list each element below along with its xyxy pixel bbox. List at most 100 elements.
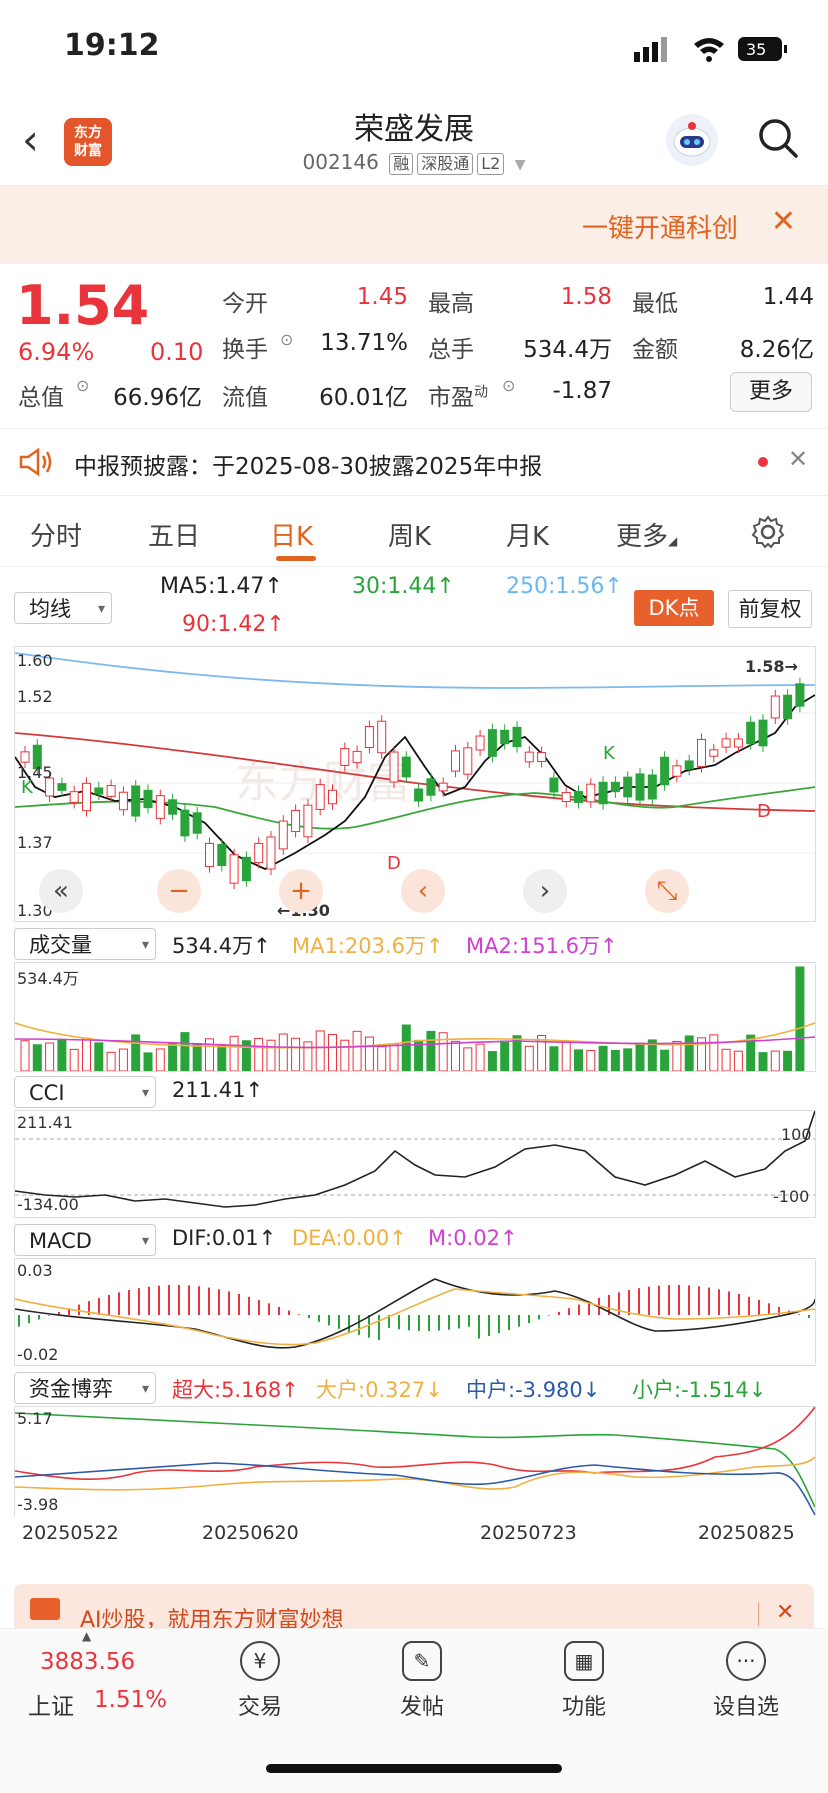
k-marker: K <box>603 743 615 764</box>
volume-bar <box>303 1041 313 1072</box>
kline-chart[interactable]: 东方财富 1.60 1.52 1.45 1.37 1.30 1.58→ ←1.3… <box>14 646 816 922</box>
nav-post[interactable]: ✎ 发帖 <box>362 1641 482 1721</box>
cci-value: 211.41↑ <box>172 1078 264 1102</box>
volume-bar <box>352 1030 362 1072</box>
candle <box>254 842 264 864</box>
info-icon[interactable]: ⊙ <box>76 376 89 395</box>
capital-top-label: 5.17 <box>17 1409 53 1428</box>
settings-gear-icon[interactable] <box>750 514 786 550</box>
index-percent[interactable]: 1.51% <box>94 1687 167 1713</box>
volume-bar <box>586 1049 596 1072</box>
tab-intraday[interactable]: 分时 <box>30 516 82 553</box>
indicator-selector-volume[interactable]: 成交量 <box>14 928 156 961</box>
tab-five-day[interactable]: 五日 <box>148 516 200 553</box>
candle <box>451 750 460 772</box>
notice-text[interactable]: 中报预披露：于2025-08-30披露2025年中报 <box>74 447 542 481</box>
scroll-left-icon[interactable]: ‹ <box>401 869 445 913</box>
indicator-selector-macd[interactable]: MACD <box>14 1224 156 1257</box>
volume-bar <box>660 1049 670 1072</box>
volume-bar <box>364 1036 374 1072</box>
close-icon[interactable]: ✕ <box>776 1600 794 1625</box>
promo-text[interactable]: 一键开通科创 <box>582 208 738 245</box>
tab-daily-k[interactable]: 日K <box>270 516 313 553</box>
tab-monthly-k[interactable]: 月K <box>506 516 549 553</box>
nav-functions[interactable]: ▦ 功能 <box>524 1641 644 1721</box>
volume-bar <box>561 1041 571 1072</box>
volume-bar <box>57 1038 67 1072</box>
nav-add-watchlist[interactable]: ··· 设自选 <box>686 1641 806 1721</box>
tab-weekly-k[interactable]: 周K <box>388 516 431 553</box>
zoom-out-icon[interactable]: − <box>157 869 201 913</box>
chevron-down-icon[interactable]: ▼ <box>515 157 526 173</box>
ma250-value: 250:1.56↑ <box>506 574 623 599</box>
notice-bar[interactable]: 中报预披露：于2025-08-30披露2025年中报 ✕ <box>0 428 828 496</box>
candle <box>475 735 485 751</box>
volume-bar <box>217 1045 227 1072</box>
volume-bar <box>574 1049 583 1072</box>
nav-trade[interactable]: ¥ 交易 <box>200 1641 320 1721</box>
macd-dif-text: DIF:0.01 <box>172 1226 259 1250</box>
adjust-mode-button[interactable]: 前复权 <box>728 590 812 628</box>
candle <box>217 843 227 867</box>
scroll-right-icon[interactable]: › <box>523 869 567 913</box>
indicator-selector-capital[interactable]: 资金博弈 <box>14 1372 156 1405</box>
volume-bar <box>549 1046 559 1072</box>
volume-bar <box>82 1037 91 1072</box>
candle <box>94 787 104 795</box>
candle <box>635 773 645 801</box>
ma250-line <box>14 652 816 689</box>
change-value: 0.10 <box>150 338 204 366</box>
candle <box>377 720 387 754</box>
robot-assistant-icon[interactable] <box>666 114 718 166</box>
volume-bar <box>229 1035 239 1072</box>
indicator-selector-cci[interactable]: CCI <box>14 1076 156 1109</box>
expand-icon[interactable]: ⤡ <box>645 869 689 913</box>
capital-chart: 5.17 -3.98 <box>14 1406 816 1516</box>
ma250-text: 250:1.56 <box>506 574 605 599</box>
volume-max-label: 534.4万 <box>17 969 79 988</box>
candle <box>746 721 756 745</box>
macd-svg <box>14 1278 816 1349</box>
volume-bar <box>795 966 805 1072</box>
nav-functions-label: 功能 <box>561 1695 606 1720</box>
candle <box>783 694 793 720</box>
candle <box>647 774 657 800</box>
volume-bar <box>266 1039 276 1072</box>
volume-bar <box>106 1051 116 1072</box>
more-button[interactable]: 更多 <box>730 372 812 412</box>
volume-bar <box>709 1034 719 1072</box>
tag-l2: L2 <box>477 153 505 175</box>
capital-super: 超大:5.168↑ <box>172 1378 299 1402</box>
info-icon[interactable]: ⊙ <box>280 330 293 349</box>
zoom-in-icon[interactable]: + <box>279 869 323 913</box>
index-name[interactable]: 上证 <box>28 1687 74 1721</box>
search-icon[interactable] <box>756 116 800 160</box>
info-icon[interactable]: ⊙ <box>502 376 515 395</box>
y-label-1: 1.60 <box>17 651 53 670</box>
close-icon[interactable]: ✕ <box>788 445 808 473</box>
k-marker: K <box>21 777 33 798</box>
volume-bar <box>672 1040 682 1072</box>
tag-margin: 融 <box>389 153 414 175</box>
dk-point-button[interactable]: DK点 <box>634 590 714 626</box>
tab-more[interactable]: 更多◢ <box>616 516 677 553</box>
candle <box>512 726 522 748</box>
volume-text: 534.4万 <box>172 934 254 958</box>
pe-superscript: 动 <box>474 384 488 401</box>
volume-bar <box>291 1037 301 1072</box>
candle <box>131 785 141 817</box>
candle <box>328 789 337 805</box>
pe-value: -1.87 <box>552 378 612 404</box>
rewind-icon[interactable]: « <box>39 869 83 913</box>
volume-bar <box>192 1042 202 1072</box>
index-value[interactable]: 3883.56 <box>40 1649 135 1675</box>
volume-bar <box>377 1046 387 1072</box>
trade-icon: ¥ <box>240 1641 280 1681</box>
candle <box>118 791 128 811</box>
promo-banner[interactable]: 一键开通科创 ✕ <box>0 186 828 264</box>
indicator-selector-ma[interactable]: 均线 <box>14 592 112 625</box>
stock-header: ‹ 东方财富 荣盛发展 002146 融深股通 L2 ▼ <box>0 90 828 186</box>
mcap-value: 66.96亿 <box>113 385 202 411</box>
volume-bar <box>32 1044 42 1072</box>
close-icon[interactable]: ✕ <box>771 204 796 239</box>
